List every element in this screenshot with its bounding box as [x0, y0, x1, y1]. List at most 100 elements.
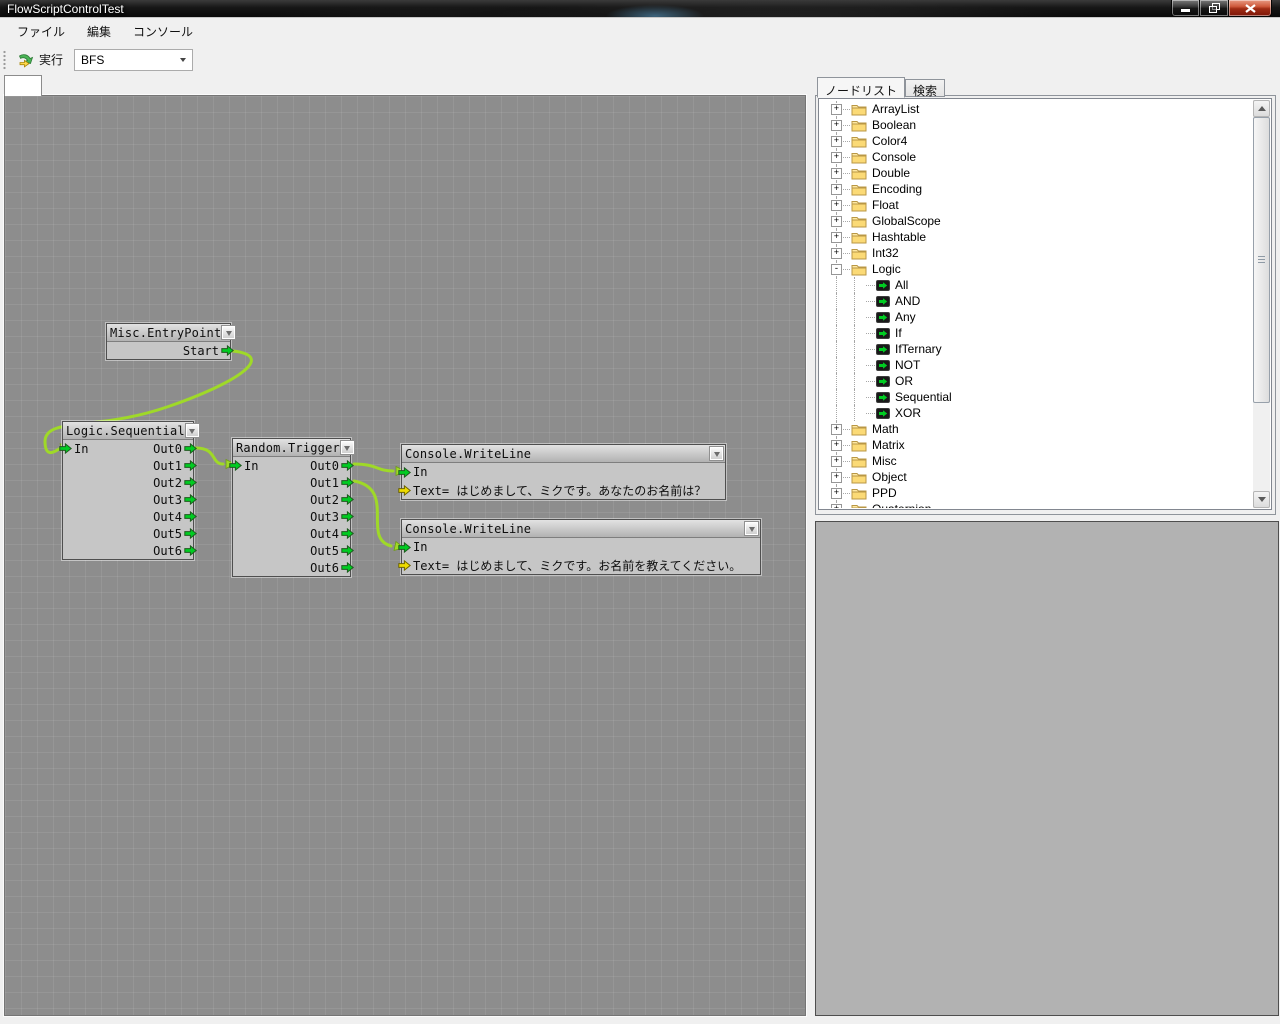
output-port[interactable]: Out5 [152, 527, 197, 541]
input-port[interactable]: In [398, 465, 428, 479]
tree-scrollbar[interactable] [1253, 100, 1270, 508]
expand-icon[interactable]: + [831, 472, 842, 483]
minimize-button[interactable] [1171, 0, 1200, 17]
tree-item-if[interactable]: If [821, 325, 1252, 341]
output-port[interactable]: Out3 [309, 510, 354, 524]
restore-button[interactable] [1200, 0, 1228, 17]
flow-node[interactable]: Console.WriteLine In Text= はじめまして、ミクです。お名前… [401, 519, 761, 575]
expand-icon[interactable]: + [831, 152, 842, 163]
expand-icon[interactable]: + [831, 232, 842, 243]
output-port[interactable]: Out2 [152, 476, 197, 490]
output-port[interactable]: Out5 [309, 544, 354, 558]
tree-item-globalscope[interactable]: +GlobalScope [821, 213, 1252, 229]
tree-item-quaternion[interactable]: +Quaternion [821, 501, 1252, 508]
output-port[interactable]: Out0 [152, 442, 197, 456]
tree-item-and[interactable]: AND [821, 293, 1252, 309]
node-dropdown-button[interactable] [221, 325, 236, 340]
flow-node[interactable]: Misc.EntryPoint Start [106, 323, 231, 360]
output-port[interactable]: Out3 [152, 493, 197, 507]
collapse-icon[interactable]: - [831, 264, 842, 275]
mode-combobox[interactable]: BFS [74, 49, 193, 71]
tree-item-hashtable[interactable]: +Hashtable [821, 229, 1252, 245]
tab-nodelist[interactable]: ノードリスト [817, 77, 905, 98]
expand-icon[interactable]: + [831, 248, 842, 259]
tree-item-console[interactable]: +Console [821, 149, 1252, 165]
connection-wire[interactable] [196, 448, 223, 464]
output-port[interactable]: Out2 [309, 493, 354, 507]
node-header[interactable]: Random.Trigger [233, 439, 350, 457]
tree-item-matrix[interactable]: +Matrix [821, 437, 1252, 453]
tree-item-not[interactable]: NOT [821, 357, 1252, 373]
title-bar[interactable]: FlowScriptControlTest [0, 0, 1280, 18]
close-button[interactable] [1228, 0, 1272, 17]
run-button[interactable]: 実行 [10, 47, 70, 72]
scroll-down-button[interactable] [1253, 491, 1270, 508]
canvas-tab[interactable] [4, 75, 42, 96]
tree-item-ifternary[interactable]: IfTernary [821, 341, 1252, 357]
flow-canvas[interactable]: Misc.EntryPoint Start Logic.Sequential In Ou… [4, 95, 806, 1016]
node-dropdown-button[interactable] [340, 440, 355, 455]
input-port[interactable]: In [59, 442, 89, 456]
expand-icon[interactable]: + [831, 216, 842, 227]
output-port[interactable]: Out0 [309, 459, 354, 473]
expand-icon[interactable]: + [831, 504, 842, 509]
expand-icon[interactable]: + [831, 184, 842, 195]
tree-item-int32[interactable]: +Int32 [821, 245, 1252, 261]
tree-item-object[interactable]: +Object [821, 469, 1252, 485]
node-dropdown-button[interactable] [744, 521, 759, 536]
menu-item-file[interactable]: ファイル [6, 19, 76, 44]
expand-icon[interactable]: + [831, 440, 842, 451]
tree-item-logic[interactable]: -Logic [821, 261, 1252, 277]
param-port[interactable]: Text= はじめまして、ミクです。お名前を教えてください。 [398, 557, 742, 574]
expand-icon[interactable]: + [831, 456, 842, 467]
combobox-dropdown-icon[interactable] [174, 50, 192, 70]
output-port[interactable]: Start [182, 344, 234, 358]
node-list-tree[interactable]: +ArrayList+Boolean+Color4+Console+Double… [818, 98, 1272, 510]
output-port[interactable]: Out1 [309, 476, 354, 490]
node-header[interactable]: Console.WriteLine [402, 520, 760, 538]
tree-item-double[interactable]: +Double [821, 165, 1252, 181]
expand-icon[interactable]: + [831, 136, 842, 147]
tree-item-any[interactable]: Any [821, 309, 1252, 325]
output-port[interactable]: Out6 [309, 561, 354, 575]
tree-item-xor[interactable]: XOR [821, 405, 1252, 421]
node-header[interactable]: Logic.Sequential [63, 422, 193, 440]
menu-item-edit[interactable]: 編集 [76, 19, 122, 44]
tab-search[interactable]: 検索 [905, 79, 945, 97]
menu-item-console[interactable]: コンソール [122, 19, 204, 44]
node-header[interactable]: Misc.EntryPoint [107, 324, 230, 342]
tree-item-ppd[interactable]: +PPD [821, 485, 1252, 501]
output-port[interactable]: Out4 [152, 510, 197, 524]
expand-icon[interactable]: + [831, 200, 842, 211]
output-panel[interactable] [815, 521, 1279, 1016]
tree-item-or[interactable]: OR [821, 373, 1252, 389]
tree-item-sequential[interactable]: Sequential [821, 389, 1252, 405]
input-port[interactable]: In [229, 459, 259, 473]
node-dropdown-button[interactable] [185, 423, 200, 438]
tree-item-all[interactable]: All [821, 277, 1252, 293]
expand-icon[interactable]: + [831, 104, 842, 115]
toolbar-grip[interactable] [3, 50, 6, 70]
tree-item-float[interactable]: +Float [821, 197, 1252, 213]
scroll-up-button[interactable] [1253, 100, 1270, 117]
expand-icon[interactable]: + [831, 424, 842, 435]
output-port[interactable]: Out1 [152, 459, 197, 473]
expand-icon[interactable]: + [831, 488, 842, 499]
tree-item-encoding[interactable]: +Encoding [821, 181, 1252, 197]
input-port[interactable]: In [398, 540, 428, 554]
tree-item-color4[interactable]: +Color4 [821, 133, 1252, 149]
flow-node[interactable]: Random.Trigger In Out0 Out1 Out2 Out3 Out4 Out5… [232, 438, 351, 577]
tree-item-misc[interactable]: +Misc [821, 453, 1252, 469]
tree-item-arraylist[interactable]: +ArrayList [821, 101, 1252, 117]
node-dropdown-button[interactable] [709, 446, 724, 461]
expand-icon[interactable]: + [831, 168, 842, 179]
flow-node[interactable]: Console.WriteLineInText= はじめまして、ミクです。あなた… [401, 444, 726, 500]
scroll-thumb[interactable] [1253, 117, 1270, 403]
flow-node[interactable]: Logic.Sequential In Out0 Out1 Out2 Out3 Out4 Ou… [62, 421, 194, 560]
expand-icon[interactable]: + [831, 120, 842, 131]
param-port[interactable]: Text= はじめまして、ミクです。あなたのお名前は？ [398, 482, 707, 499]
output-port[interactable]: Out4 [309, 527, 354, 541]
tree-item-math[interactable]: +Math [821, 421, 1252, 437]
connection-wire[interactable] [354, 464, 393, 471]
output-port[interactable]: Out6 [152, 544, 197, 558]
